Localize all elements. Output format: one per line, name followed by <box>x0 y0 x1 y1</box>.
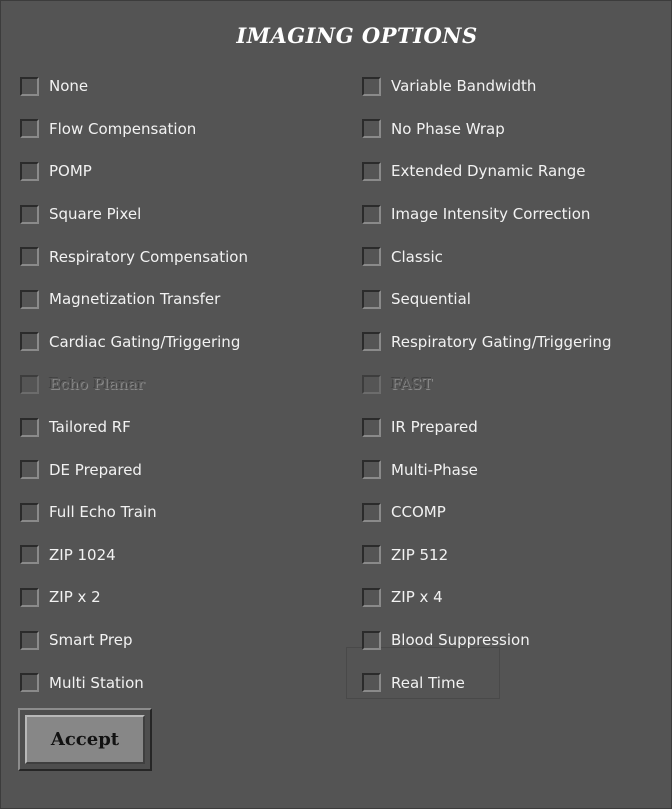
option-flow-compensation[interactable]: Flow Compensation <box>20 108 248 151</box>
option-zip-1024[interactable]: ZIP 1024 <box>20 534 248 577</box>
option-label[interactable]: ZIP 512 <box>391 546 448 564</box>
option-label[interactable]: Sequential <box>391 290 471 308</box>
option-image-intensity-correction[interactable]: Image Intensity Correction <box>362 193 612 236</box>
checkbox[interactable] <box>362 630 381 650</box>
option-respiratory-compensation[interactable]: Respiratory Compensation <box>20 235 248 278</box>
option-label[interactable]: Multi-Phase <box>391 461 478 479</box>
option-classic[interactable]: Classic <box>362 235 612 278</box>
option-cardiac-gating-triggering[interactable]: Cardiac Gating/Triggering <box>20 321 248 364</box>
option-label[interactable]: ZIP x 4 <box>391 588 443 606</box>
option-real-time[interactable]: Real Time <box>362 661 612 704</box>
checkbox[interactable] <box>362 502 381 522</box>
option-label[interactable]: IR Prepared <box>391 418 478 436</box>
option-label[interactable]: Blood Suppression <box>391 631 530 649</box>
option-multi-phase[interactable]: Multi-Phase <box>362 448 612 491</box>
option-zip-x2[interactable]: ZIP x 2 <box>20 576 248 619</box>
checkbox[interactable] <box>20 417 39 437</box>
option-de-prepared[interactable]: DE Prepared <box>20 448 248 491</box>
options-column-right: Variable Bandwidth No Phase Wrap Extende… <box>362 65 612 704</box>
option-none[interactable]: None <box>20 65 248 108</box>
option-label[interactable]: Magnetization Transfer <box>49 290 220 308</box>
option-label[interactable]: Cardiac Gating/Triggering <box>49 333 240 351</box>
option-label[interactable]: Flow Compensation <box>49 120 196 138</box>
checkbox[interactable] <box>20 502 39 522</box>
checkbox[interactable] <box>362 119 381 139</box>
option-label[interactable]: Image Intensity Correction <box>391 205 590 223</box>
checkbox[interactable] <box>362 587 381 607</box>
dialog-title: IMAGING OPTIONS <box>236 23 478 48</box>
checkbox[interactable] <box>362 460 381 480</box>
checkbox[interactable] <box>362 417 381 437</box>
checkbox <box>362 374 381 394</box>
checkbox[interactable] <box>20 630 39 650</box>
option-zip-512[interactable]: ZIP 512 <box>362 534 612 577</box>
checkbox[interactable] <box>20 673 39 693</box>
option-label[interactable]: Full Echo Train <box>49 503 157 521</box>
option-extended-dynamic-range[interactable]: Extended Dynamic Range <box>362 150 612 193</box>
option-sequential[interactable]: Sequential <box>362 278 612 321</box>
option-label[interactable]: None <box>49 77 88 95</box>
option-label[interactable]: Respiratory Gating/Triggering <box>391 333 612 351</box>
option-label[interactable]: ZIP x 2 <box>49 588 101 606</box>
option-fast: FAST <box>362 363 612 406</box>
option-label[interactable]: POMP <box>49 162 92 180</box>
option-label[interactable]: Square Pixel <box>49 205 141 223</box>
checkbox[interactable] <box>362 247 381 267</box>
option-label[interactable]: Classic <box>391 248 443 266</box>
checkbox <box>20 374 39 394</box>
option-ir-prepared[interactable]: IR Prepared <box>362 406 612 449</box>
checkbox[interactable] <box>20 161 39 181</box>
option-label[interactable]: Real Time <box>391 674 465 692</box>
option-smart-prep[interactable]: Smart Prep <box>20 619 248 662</box>
imaging-options-dialog: IMAGING OPTIONS None Flow Compensation P… <box>0 0 672 809</box>
checkbox[interactable] <box>20 204 39 224</box>
option-variable-bandwidth[interactable]: Variable Bandwidth <box>362 65 612 108</box>
checkbox[interactable] <box>362 161 381 181</box>
checkbox[interactable] <box>362 332 381 352</box>
option-magnetization-transfer[interactable]: Magnetization Transfer <box>20 278 248 321</box>
checkbox[interactable] <box>20 545 39 565</box>
option-full-echo-train[interactable]: Full Echo Train <box>20 491 248 534</box>
option-ccomp[interactable]: CCOMP <box>362 491 612 534</box>
checkbox[interactable] <box>362 545 381 565</box>
checkbox[interactable] <box>20 460 39 480</box>
option-label[interactable]: Variable Bandwidth <box>391 77 536 95</box>
checkbox[interactable] <box>20 332 39 352</box>
option-label[interactable]: ZIP 1024 <box>49 546 116 564</box>
option-multi-station[interactable]: Multi Station <box>20 661 248 704</box>
checkbox[interactable] <box>362 673 381 693</box>
option-label[interactable]: Smart Prep <box>49 631 133 649</box>
option-echo-planar: Echo Planar <box>20 363 248 406</box>
options-column-left: None Flow Compensation POMP Square Pixel… <box>20 65 248 704</box>
option-label[interactable]: CCOMP <box>391 503 446 521</box>
option-zip-x4[interactable]: ZIP x 4 <box>362 576 612 619</box>
checkbox[interactable] <box>20 119 39 139</box>
option-label: Echo Planar <box>49 375 145 394</box>
checkbox[interactable] <box>362 204 381 224</box>
option-label[interactable]: Tailored RF <box>49 418 131 436</box>
checkbox[interactable] <box>20 76 39 96</box>
option-label[interactable]: DE Prepared <box>49 461 142 479</box>
option-pomp[interactable]: POMP <box>20 150 248 193</box>
checkbox[interactable] <box>20 247 39 267</box>
checkbox[interactable] <box>362 76 381 96</box>
option-no-phase-wrap[interactable]: No Phase Wrap <box>362 108 612 151</box>
checkbox[interactable] <box>20 289 39 309</box>
accept-button[interactable]: Accept <box>18 708 152 771</box>
option-label: FAST <box>391 375 433 394</box>
option-label[interactable]: Extended Dynamic Range <box>391 162 585 180</box>
option-respiratory-gating-triggering[interactable]: Respiratory Gating/Triggering <box>362 321 612 364</box>
option-tailored-rf[interactable]: Tailored RF <box>20 406 248 449</box>
option-label[interactable]: Multi Station <box>49 674 144 692</box>
option-blood-suppression[interactable]: Blood Suppression <box>362 619 612 662</box>
option-label[interactable]: No Phase Wrap <box>391 120 505 138</box>
accept-button-label[interactable]: Accept <box>25 715 145 764</box>
checkbox[interactable] <box>20 587 39 607</box>
checkbox[interactable] <box>362 289 381 309</box>
option-square-pixel[interactable]: Square Pixel <box>20 193 248 236</box>
option-label[interactable]: Respiratory Compensation <box>49 248 248 266</box>
